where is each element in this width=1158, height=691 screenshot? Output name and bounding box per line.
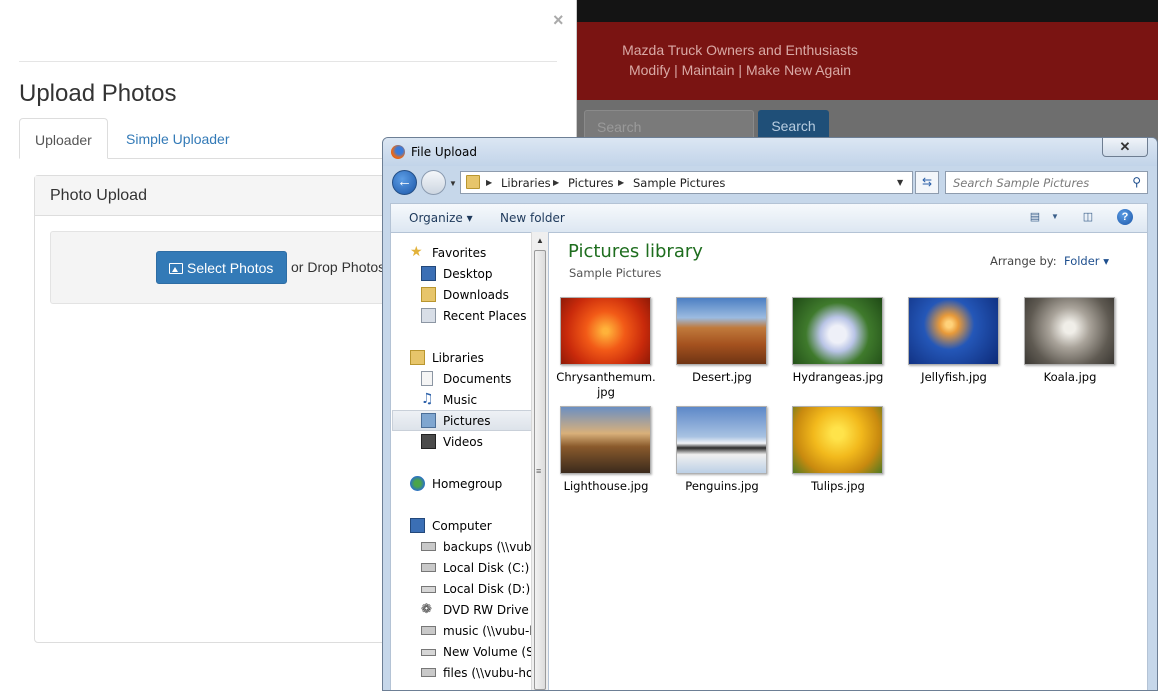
star-icon: ★ <box>410 244 423 260</box>
documents-icon <box>421 371 433 386</box>
breadcrumb-libraries[interactable]: Libraries <box>501 176 551 190</box>
local-disk-icon <box>421 586 436 593</box>
modal-close-button[interactable]: × <box>553 10 564 30</box>
scroll-up-icon[interactable]: ▲ <box>536 236 544 245</box>
modal-divider <box>19 61 557 62</box>
desert-image <box>676 297 767 365</box>
view-options-icon[interactable]: ▤ <box>1027 209 1043 225</box>
jellyfish-image <box>908 297 999 365</box>
navigation-bar: ← ▼ ▶ Libraries ▶ Pictures ▶ Sample Pict… <box>383 166 1157 198</box>
music-icon: ♫ <box>421 391 434 407</box>
dvd-drive-icon: ❁ <box>421 602 432 617</box>
arrange-by-label: Arrange by: <box>990 254 1057 268</box>
recent-locations-icon[interactable]: ▼ <box>449 179 457 188</box>
file-thumbnail[interactable]: Hydrangeas.jpg <box>781 297 891 401</box>
chevron-right-icon[interactable]: ▶ <box>553 178 559 187</box>
photo-dropzone[interactable]: Select Photos or Drop Photos <box>50 231 395 304</box>
tulips-image <box>792 406 883 474</box>
organize-menu[interactable]: Organize ▾ <box>409 211 473 225</box>
file-thumbnail[interactable]: Desert.jpg <box>665 297 775 401</box>
network-drive-icon <box>421 668 436 677</box>
dialog-titlebar[interactable]: File Upload ✕ <box>383 138 1157 166</box>
nav-scrollbar[interactable]: ▲ ≡ <box>531 232 548 690</box>
forward-button[interactable] <box>421 170 446 195</box>
view-dropdown-icon[interactable]: ▼ <box>1047 209 1063 225</box>
library-subtitle: Sample Pictures <box>569 266 662 280</box>
file-name: Hydrangeas.jpg <box>792 370 884 384</box>
koala-image <box>1024 297 1115 365</box>
photo-upload-panel: Photo Upload Select Photos or Drop Photo… <box>34 175 395 643</box>
lighthouse-image <box>560 406 651 474</box>
file-name: Koala.jpg <box>1043 370 1097 384</box>
preview-pane-icon[interactable]: ◫ <box>1080 209 1096 225</box>
breadcrumb-pictures[interactable]: Pictures <box>568 176 614 190</box>
navigation-pane: ★ Favorites Desktop Downloads Recent Pla… <box>390 232 531 690</box>
desktop-icon <box>421 266 436 281</box>
videos-icon <box>421 434 436 449</box>
back-button[interactable]: ← <box>392 170 417 195</box>
file-thumbnail[interactable]: Koala.jpg <box>1013 297 1123 401</box>
file-thumbnail[interactable]: Chrysanthemum. jpg <box>549 297 659 401</box>
dialog-title: File Upload <box>411 145 477 159</box>
breadcrumb-sample-pictures[interactable]: Sample Pictures <box>633 176 725 190</box>
libraries-icon <box>410 350 425 365</box>
dialog-toolbar: Organize ▾ New folder ▤ ▼ ◫ ? <box>390 203 1148 232</box>
site-tagline: Mazda Truck Owners and Enthusiasts <box>622 42 858 58</box>
new-folder-button[interactable]: New folder <box>500 211 565 225</box>
drop-photos-text: or Drop Photos <box>291 259 386 275</box>
recent-places-icon <box>421 308 436 323</box>
scroll-grip-icon: ≡ <box>536 466 542 476</box>
network-drive-icon <box>421 542 436 551</box>
dialog-close-button[interactable]: ✕ <box>1102 138 1148 157</box>
arrange-by-dropdown[interactable]: Folder ▾ <box>1064 254 1109 268</box>
file-name: Chrysanthemum. jpg <box>556 370 656 399</box>
file-name: Tulips.jpg <box>811 479 865 493</box>
network-drive-icon <box>421 626 436 635</box>
homegroup-icon <box>410 476 425 491</box>
pictures-icon <box>421 413 436 428</box>
computer-icon <box>410 518 425 533</box>
firefox-icon <box>391 145 405 159</box>
chrysanthemum-image <box>560 297 651 365</box>
tab-simple-uploader[interactable]: Simple Uploader <box>111 118 245 159</box>
dialog-search-placeholder: Search Sample Pictures <box>953 176 1090 190</box>
address-bar[interactable]: ▶ Libraries ▶ Pictures ▶ Sample Pictures… <box>460 171 913 194</box>
hydrangeas-image <box>792 297 883 365</box>
file-list-pane: Pictures library Sample Pictures Arrange… <box>548 232 1148 690</box>
select-photos-button[interactable]: Select Photos <box>156 251 287 284</box>
picture-icon <box>169 263 183 274</box>
file-name: Jellyfish.jpg <box>921 370 987 384</box>
file-thumbnail[interactable]: Jellyfish.jpg <box>897 297 1007 401</box>
library-title: Pictures library <box>568 241 703 262</box>
penguins-image <box>676 406 767 474</box>
chevron-right-icon[interactable]: ▶ <box>486 178 492 187</box>
file-thumbnail[interactable]: Penguins.jpg <box>665 406 775 510</box>
nav-pictures[interactable]: Pictures <box>392 410 531 431</box>
refresh-icon[interactable]: ⇆ <box>915 171 939 194</box>
modal-title: Upload Photos <box>19 80 177 107</box>
file-thumbnail[interactable]: Tulips.jpg <box>781 406 891 510</box>
folder-icon <box>466 175 480 189</box>
chevron-right-icon[interactable]: ▶ <box>618 178 624 187</box>
dialog-search-input[interactable]: Search Sample Pictures ⚲ <box>945 171 1148 194</box>
file-thumbnail[interactable]: Lighthouse.jpg <box>549 406 659 510</box>
downloads-folder-icon <box>421 287 436 302</box>
file-name: Penguins.jpg <box>685 479 759 493</box>
local-disk-icon <box>421 563 436 572</box>
panel-heading: Photo Upload <box>35 176 393 216</box>
select-photos-label: Select Photos <box>187 260 274 276</box>
tab-uploader[interactable]: Uploader <box>19 118 108 159</box>
address-dropdown-icon[interactable]: ▼ <box>897 178 903 187</box>
local-disk-icon <box>421 649 436 656</box>
file-name: Lighthouse.jpg <box>563 479 649 493</box>
search-icon[interactable]: ⚲ <box>1132 175 1141 189</box>
file-upload-dialog: File Upload ✕ ← ▼ ▶ Libraries ▶ Pictures… <box>382 137 1158 691</box>
site-subtagline: Modify | Maintain | Make New Again <box>628 62 852 78</box>
file-name: Desert.jpg <box>692 370 752 384</box>
help-icon[interactable]: ? <box>1117 209 1133 225</box>
